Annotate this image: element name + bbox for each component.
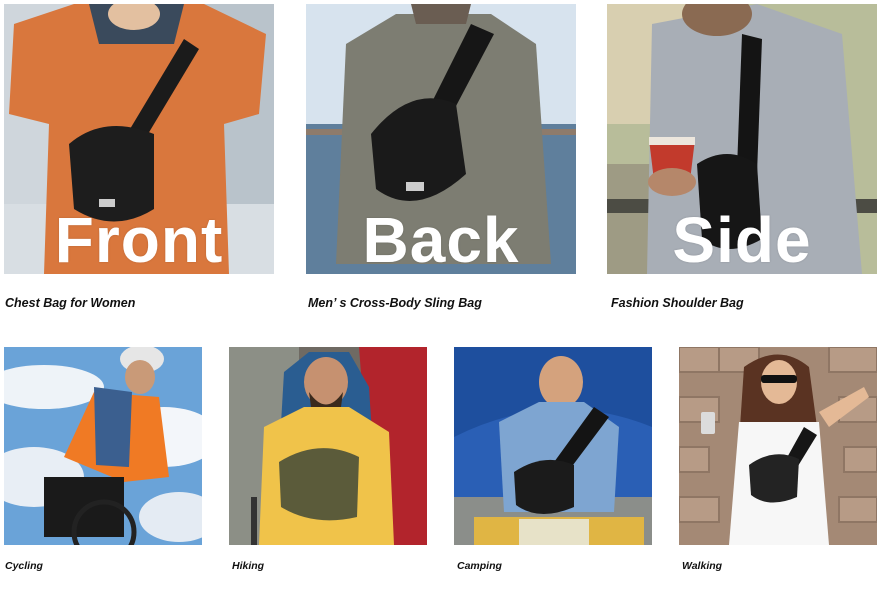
photo-walking	[679, 347, 877, 545]
photo-side: Side	[607, 4, 877, 274]
caption-cross-body-sling-bag: Men’ s Cross-Body Sling Bag	[308, 296, 482, 310]
photo-hiking	[229, 347, 427, 545]
walking-photo-image	[679, 347, 877, 545]
front-overlay-label: Front	[54, 204, 224, 274]
photo-camping	[454, 347, 652, 545]
cycling-photo-image	[4, 347, 202, 545]
photo-front: Front	[4, 4, 274, 274]
photo-cycling	[4, 347, 202, 545]
side-overlay-label: Side	[672, 204, 812, 274]
caption-shoulder-bag: Fashion Shoulder Bag	[611, 296, 744, 310]
camping-photo-image	[454, 347, 652, 545]
hiking-photo-image	[229, 347, 427, 545]
caption-cycling: Cycling	[5, 560, 43, 572]
caption-hiking: Hiking	[232, 560, 265, 572]
caption-chest-bag: Chest Bag for Women	[5, 296, 136, 310]
caption-camping: Camping	[457, 560, 502, 572]
caption-walking: Walking	[682, 560, 723, 572]
back-overlay-label: Back	[362, 204, 520, 274]
photo-back: Back	[306, 4, 576, 274]
